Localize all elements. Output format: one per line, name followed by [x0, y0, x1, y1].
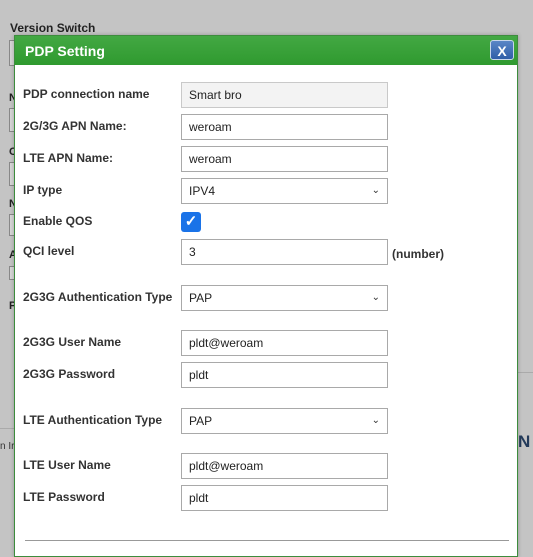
apn-2g3g-input[interactable]: weroam	[181, 114, 388, 140]
close-icon: X	[497, 43, 507, 59]
auth-lte-label: LTE Authentication Type	[23, 413, 163, 427]
pass-lte-input[interactable]: pldt	[181, 485, 388, 511]
auth-2g3g-row: 2G3G Authentication Type PAP ⌄	[23, 285, 509, 311]
pass-2g3g-label: 2G3G Password	[23, 367, 116, 381]
chevron-down-icon: ⌄	[371, 292, 380, 303]
user-lte-label: LTE User Name	[23, 458, 111, 472]
connection-name-label: PDP connection name	[23, 87, 150, 101]
background-section-title: Version Switch	[10, 21, 96, 35]
apn-lte-row: LTE APN Name: weroam	[23, 146, 509, 172]
qci-level-row: QCI level 3 (number)	[23, 239, 509, 265]
background-divider	[517, 372, 533, 373]
checkmark-icon: ✓	[184, 213, 198, 230]
enable-qos-checkbox[interactable]: ✓	[181, 212, 201, 232]
background-text-fragment: n Ir	[0, 441, 15, 452]
pass-lte-row: LTE Password pldt	[23, 485, 509, 511]
user-2g3g-row: 2G3G User Name pldt@weroam	[23, 330, 509, 356]
user-lte-row: LTE User Name pldt@weroam	[23, 453, 509, 479]
chevron-down-icon: ⌄	[371, 415, 380, 426]
user-lte-input[interactable]: pldt@weroam	[181, 453, 388, 479]
connection-name-row: PDP connection name Smart bro	[23, 82, 509, 108]
enable-qos-label: Enable QOS	[23, 214, 93, 228]
dialog-titlebar: PDP Setting X	[15, 36, 517, 65]
close-button[interactable]: X	[490, 40, 514, 60]
auth-lte-select[interactable]: PAP ⌄	[181, 408, 388, 434]
pass-2g3g-input[interactable]: pldt	[181, 362, 388, 388]
user-2g3g-label: 2G3G User Name	[23, 335, 122, 349]
qci-level-label: QCI level	[23, 244, 75, 258]
ip-type-value: IPV4	[189, 184, 216, 198]
auth-2g3g-label: 2G3G Authentication Type	[23, 290, 173, 304]
apn-2g3g-label: 2G/3G APN Name:	[23, 119, 127, 133]
pdp-setting-dialog: PDP Setting X PDP connection name Smart …	[14, 35, 518, 557]
auth-2g3g-value: PAP	[189, 291, 213, 305]
dialog-title: PDP Setting	[25, 42, 105, 59]
enable-qos-row: Enable QOS ✓	[23, 209, 509, 235]
background-heading-fragment: N	[518, 432, 531, 451]
auth-lte-value: PAP	[189, 414, 213, 428]
auth-lte-row: LTE Authentication Type PAP ⌄	[23, 408, 509, 434]
apn-2g3g-row: 2G/3G APN Name: weroam	[23, 114, 509, 140]
ip-type-row: IP type IPV4 ⌄	[23, 178, 509, 204]
auth-2g3g-select[interactable]: PAP ⌄	[181, 285, 388, 311]
user-2g3g-input[interactable]: pldt@weroam	[181, 330, 388, 356]
qci-level-input[interactable]: 3	[181, 239, 388, 265]
apn-lte-input[interactable]: weroam	[181, 146, 388, 172]
apn-lte-label: LTE APN Name:	[23, 151, 114, 165]
pass-2g3g-row: 2G3G Password pldt	[23, 362, 509, 388]
qci-level-unit: (number)	[392, 247, 444, 261]
ip-type-label: IP type	[23, 183, 63, 197]
connection-name-field[interactable]: Smart bro	[181, 82, 388, 108]
pass-lte-label: LTE Password	[23, 490, 105, 504]
dialog-divider	[25, 540, 509, 541]
background-divider	[0, 428, 14, 429]
chevron-down-icon: ⌄	[371, 185, 380, 196]
ip-type-select[interactable]: IPV4 ⌄	[181, 178, 388, 204]
